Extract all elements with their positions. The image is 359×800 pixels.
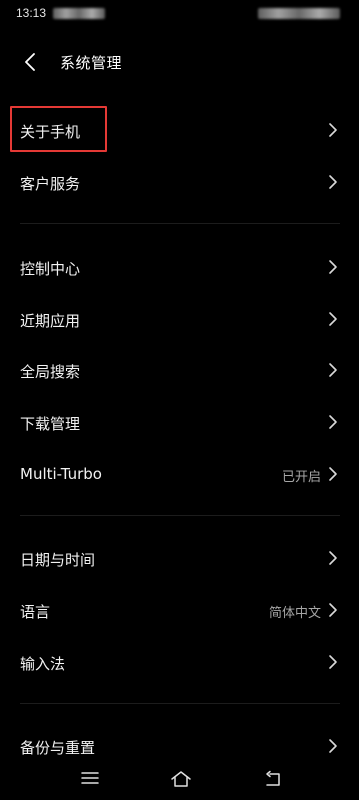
item-label: 客户服务 — [20, 175, 81, 193]
chevron-right-icon — [329, 312, 337, 326]
settings-item-language[interactable]: 语言 简体中文 — [0, 587, 359, 633]
page-title: 系统管理 — [60, 54, 123, 72]
settings-item-control-center[interactable]: 控制中心 — [0, 244, 359, 290]
item-label: 输入法 — [20, 655, 66, 673]
item-value: 简体中文 — [268, 606, 321, 621]
settings-item-input-method[interactable]: 输入法 — [0, 639, 359, 685]
navigation-bar — [0, 758, 359, 800]
settings-item-customer-service[interactable]: 客户服务 — [0, 159, 359, 205]
section-divider — [20, 703, 340, 704]
chevron-right-icon — [329, 551, 337, 565]
chevron-right-icon — [329, 175, 337, 189]
item-label: 全局搜索 — [20, 363, 81, 381]
status-time: 13:13 — [16, 6, 47, 20]
status-icons-right — [258, 8, 340, 19]
status-bar: 13:13 — [0, 0, 359, 28]
item-label: 语言 — [20, 603, 51, 621]
item-label: 日期与时间 — [20, 551, 96, 569]
chevron-right-icon — [329, 363, 337, 377]
chevron-right-icon — [329, 415, 337, 429]
chevron-right-icon — [329, 603, 337, 617]
status-icons-left — [53, 8, 105, 19]
item-label: 下载管理 — [20, 415, 81, 433]
highlight-box — [10, 106, 107, 152]
menu-icon — [81, 772, 99, 784]
section-divider — [20, 223, 340, 224]
chevron-right-icon — [329, 467, 337, 481]
chevron-right-icon — [329, 655, 337, 669]
chevron-right-icon — [329, 739, 337, 753]
settings-item-recent-apps[interactable]: 近期应用 — [0, 296, 359, 342]
item-value: 已开启 — [281, 470, 321, 485]
chevron-left-icon — [25, 53, 35, 71]
settings-item-multi-turbo[interactable]: Multi-Turbo 已开启 — [0, 451, 359, 497]
home-button[interactable] — [160, 764, 200, 794]
back-icon — [266, 770, 280, 786]
item-label: Multi-Turbo — [20, 465, 102, 483]
back-button[interactable] — [16, 44, 48, 80]
item-label: 近期应用 — [20, 312, 81, 330]
menu-button[interactable] — [70, 764, 110, 794]
home-icon — [171, 771, 191, 787]
back-nav-button[interactable] — [254, 764, 294, 794]
settings-item-download-manager[interactable]: 下载管理 — [0, 399, 359, 445]
header: 系统管理 — [0, 44, 359, 80]
chevron-right-icon — [329, 260, 337, 274]
section-divider — [20, 515, 340, 516]
settings-item-global-search[interactable]: 全局搜索 — [0, 347, 359, 393]
settings-item-date-time[interactable]: 日期与时间 — [0, 535, 359, 581]
item-label: 备份与重置 — [20, 739, 96, 757]
chevron-right-icon — [329, 123, 337, 137]
item-label: 控制中心 — [20, 260, 81, 278]
